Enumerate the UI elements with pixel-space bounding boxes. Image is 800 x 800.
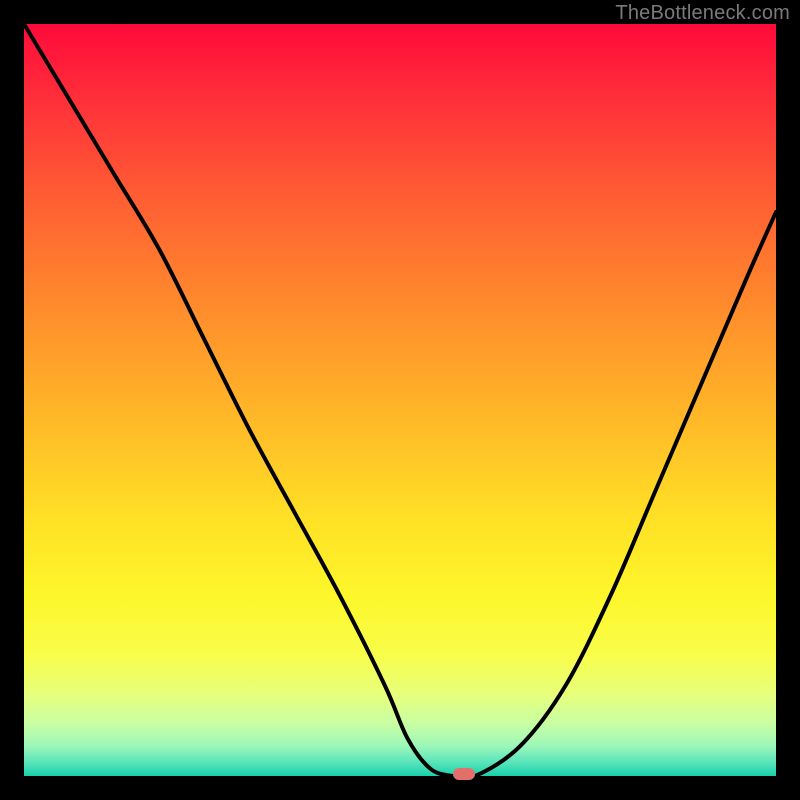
chart-frame: TheBottleneck.com	[0, 0, 800, 800]
optimal-marker	[453, 768, 475, 780]
watermark-text: TheBottleneck.com	[615, 2, 790, 25]
curve-path	[24, 24, 776, 779]
bottleneck-curve	[24, 24, 776, 776]
